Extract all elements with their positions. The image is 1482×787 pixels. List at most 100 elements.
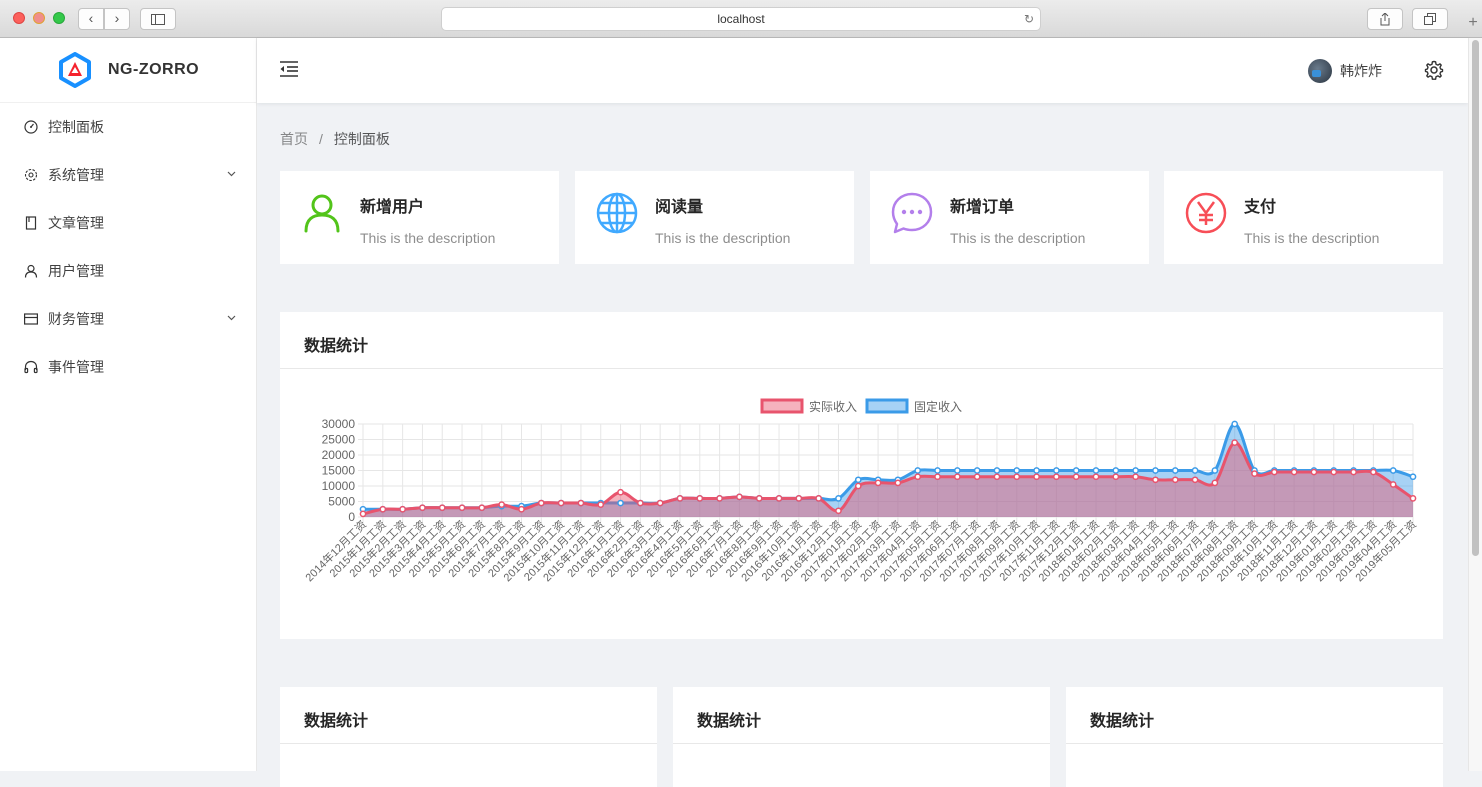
window-close-button[interactable]: [13, 12, 25, 24]
data-point: [1330, 468, 1338, 476]
y-tick-label: 5000: [328, 495, 355, 509]
data-point: [1370, 468, 1377, 476]
sidebar-item-label: 文章管理: [48, 215, 104, 231]
data-point: [656, 499, 664, 507]
stat-title: 新增用户: [360, 199, 425, 216]
data-point: [1211, 479, 1219, 487]
data-point: [874, 479, 882, 487]
app-logo[interactable]: NG-ZORRO: [0, 38, 256, 103]
message-icon: [891, 192, 933, 234]
data-point: [1132, 467, 1139, 474]
y-tick-label: 10000: [322, 479, 356, 493]
data-point: [537, 499, 545, 507]
ng-zorro-logo-icon: [59, 52, 91, 88]
global-icon: [596, 192, 638, 234]
sidebar-item-3[interactable]: 用户管理: [0, 247, 256, 295]
sidebar-item-2[interactable]: 文章管理: [0, 199, 256, 247]
chevron-left-icon: ‹: [88, 10, 94, 26]
data-point: [736, 493, 743, 501]
data-point: [1409, 473, 1417, 481]
data-point: [1033, 467, 1040, 474]
statistics-card-bottom-3: 数据统计: [1066, 687, 1443, 787]
tabs-button[interactable]: [1412, 8, 1448, 30]
data-point: [1389, 481, 1397, 488]
data-point: [914, 473, 922, 481]
data-point: [755, 495, 763, 502]
data-point: [1112, 473, 1120, 481]
sidebar-icon: [151, 14, 165, 25]
y-tick-label: 20000: [322, 448, 356, 462]
sidebar-item-4[interactable]: 财务管理: [0, 295, 256, 343]
sidebar-item-1[interactable]: 系统管理: [0, 151, 256, 199]
data-point: [1231, 420, 1239, 428]
data-point: [1092, 467, 1100, 474]
user-menu[interactable]: 韩炸炸: [1308, 59, 1382, 83]
share-icon: [1380, 12, 1390, 26]
app-name: NG-ZORRO: [108, 61, 200, 78]
legend-swatch: [865, 398, 909, 414]
sidebar-item-label: 控制面板: [48, 119, 104, 135]
data-point: [1171, 476, 1179, 484]
data-point: [1191, 467, 1199, 474]
sidebar-item-0[interactable]: 控制面板: [0, 103, 256, 151]
breadcrumb: 首页 / 控制面板: [280, 129, 390, 149]
forward-button[interactable]: ›: [104, 8, 130, 30]
chevron-down-icon[interactable]: [227, 313, 236, 324]
legend-label: 实际收入: [809, 399, 857, 414]
data-point: [617, 499, 624, 507]
chevron-down-icon[interactable]: [227, 169, 236, 180]
stat-title: 阅读量: [655, 199, 704, 216]
stat-description: This is the description: [655, 230, 791, 246]
data-point: [815, 495, 823, 502]
data-point: [359, 510, 367, 518]
page-scrollbar[interactable]: [1468, 38, 1482, 771]
sidebar-toggle-button[interactable]: [140, 8, 176, 30]
window-minimize-button[interactable]: [33, 12, 45, 24]
statistics-card: 数据统计 实际收入 固定收入 0 5000 10000 15000 20000 25000 30…: [280, 312, 1443, 639]
data-point: [617, 488, 624, 496]
menu-fold-button[interactable]: [279, 60, 299, 83]
window-maximize-button[interactable]: [53, 12, 65, 24]
data-point: [637, 499, 644, 507]
breadcrumb-home[interactable]: 首页: [280, 131, 308, 147]
y-tick-label: 15000: [322, 464, 356, 478]
data-point: [854, 482, 862, 490]
data-point: [953, 473, 961, 481]
stat-description: This is the description: [1244, 230, 1380, 246]
stat-card-reads: 阅读量 This is the description: [575, 171, 854, 264]
settings-button[interactable]: [1424, 60, 1444, 85]
back-button[interactable]: ‹: [78, 8, 104, 30]
data-point: [835, 495, 842, 502]
stat-description: This is the description: [360, 230, 496, 246]
main-content: 首页 / 控制面板 新增用户 This is the description 阅读量 T…: [257, 103, 1468, 787]
scrollbar-thumb[interactable]: [1472, 40, 1479, 556]
data-point: [1092, 473, 1100, 481]
data-point: [1112, 467, 1120, 474]
data-point: [1409, 495, 1417, 502]
data-point: [1290, 468, 1298, 476]
data-point: [1211, 467, 1219, 474]
data-point: [894, 479, 902, 487]
reload-icon[interactable]: ↻: [1024, 8, 1034, 30]
data-point: [438, 504, 446, 512]
browser-toolbar: ‹ › localhost ↻ +: [0, 0, 1482, 38]
share-button[interactable]: [1367, 8, 1403, 30]
stat-card-payment: 支付 This is the description: [1164, 171, 1443, 264]
data-point: [1152, 467, 1159, 474]
data-point: [973, 473, 981, 481]
address-bar[interactable]: localhost ↻: [441, 7, 1041, 31]
card-title: 数据统计: [280, 687, 657, 744]
data-point: [1251, 470, 1258, 477]
data-point: [1072, 467, 1080, 474]
data-point: [795, 495, 803, 502]
new-tab-button[interactable]: +: [1464, 14, 1482, 32]
data-point: [419, 504, 426, 512]
breadcrumb-current: 控制面板: [333, 131, 390, 147]
data-point: [993, 467, 1001, 474]
stat-title: 支付: [1244, 199, 1277, 216]
data-point: [1270, 468, 1278, 476]
card-title: 数据统计: [280, 312, 1443, 369]
headphones-icon: [24, 360, 38, 374]
sidebar-item-5[interactable]: 事件管理: [0, 343, 256, 391]
chevron-right-icon: ›: [114, 10, 120, 26]
